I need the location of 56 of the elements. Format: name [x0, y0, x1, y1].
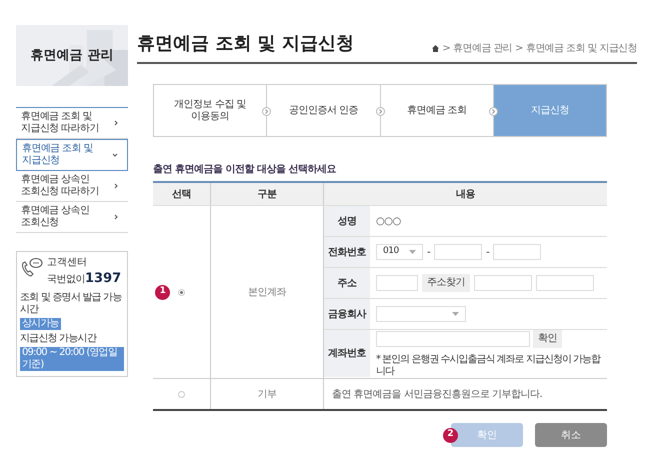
hours-label: 지급신청 가능시간: [20, 332, 98, 344]
chevron-right-icon: [113, 120, 119, 126]
input-field[interactable]: [493, 244, 542, 260]
hours-badge: 상시가능: [20, 318, 61, 330]
hours-badge: 09:00 ~ 20:00 (영업일 기준): [20, 346, 124, 370]
dropdown-arrow-icon: [452, 312, 459, 316]
small-button[interactable]: 확인: [533, 330, 562, 348]
page-title: 휴면예금 조회 및 지급신청: [137, 32, 354, 56]
dropdown-arrow-icon: [409, 250, 416, 254]
column-header: 내용: [323, 183, 607, 205]
field-value: ○○○: [376, 214, 401, 228]
field-label: 금융회사: [328, 308, 366, 322]
radio-button[interactable]: [178, 390, 185, 398]
table-cell-text: 출연 휴면예금을 서민금융진흥원으로 기부합니다.: [332, 388, 544, 402]
field-label: 성명: [338, 214, 356, 228]
step-number-badge: 1: [155, 284, 170, 300]
sidebar-menu-item[interactable]: 휴면예금 상속인 조회신청 따라하기: [16, 171, 128, 202]
select-field[interactable]: 010: [376, 244, 423, 260]
field-label: 전화번호: [328, 246, 366, 260]
step-arrow-icon: [262, 107, 272, 116]
column-header: 선택: [171, 188, 192, 202]
small-button[interactable]: 주소찾기: [422, 274, 470, 292]
table-cell-text: 기부: [258, 388, 276, 402]
input-field[interactable]: [376, 275, 418, 291]
input-field[interactable]: [434, 244, 482, 260]
input-field[interactable]: [376, 331, 530, 347]
field-label: 주소: [338, 276, 356, 290]
chevron-right-icon: [113, 183, 119, 189]
sidebar-menu-item[interactable]: 휴면예금 조회 및 지급신청: [16, 139, 128, 171]
column-header: 구분: [210, 183, 323, 205]
section-title: 출연 휴면예금을 이전할 대상을 선택하세요: [153, 163, 337, 177]
chevron-right-icon: [113, 214, 119, 220]
sidebar-menu-item[interactable]: 휴면예금 조회 및 지급신청 따라하기: [16, 108, 128, 139]
contact-number: 1397: [85, 270, 122, 288]
breadcrumb-separator: >: [515, 42, 523, 56]
home-icon[interactable]: [432, 45, 440, 52]
phone-chat-icon: [20, 257, 44, 279]
select-field[interactable]: [376, 306, 466, 322]
table-cell-text: 본인계좌: [248, 286, 286, 300]
breadcrumb-link[interactable]: 휴면예금 조회 및 지급신청: [526, 41, 637, 56]
contact-prefix: 국번없이: [47, 273, 85, 287]
field-note: * 본인의 은행권 수시입출금식 계좌로 지급신청이 가능합니다: [376, 354, 602, 378]
dash-separator: -: [427, 246, 430, 260]
input-field[interactable]: [474, 275, 532, 291]
chevron-down-icon: [112, 152, 118, 158]
radio-button[interactable]: [178, 288, 185, 296]
hours-label: 조회 및 증명서 발급 가능시간: [20, 292, 123, 316]
sidebar-menu-item[interactable]: 휴면예금 상속인 조회신청: [16, 202, 128, 233]
field-label: 계좌번호: [328, 347, 366, 361]
input-field[interactable]: [536, 275, 594, 291]
contact-label: 고객센터: [47, 257, 88, 269]
dash-separator: -: [486, 246, 490, 260]
breadcrumb-link[interactable]: 휴면예금 관리: [453, 41, 512, 56]
step-number-badge: 2: [443, 428, 458, 442]
breadcrumb-separator: >: [442, 42, 450, 56]
sidebar-title: 휴면예금 관리: [30, 46, 114, 65]
